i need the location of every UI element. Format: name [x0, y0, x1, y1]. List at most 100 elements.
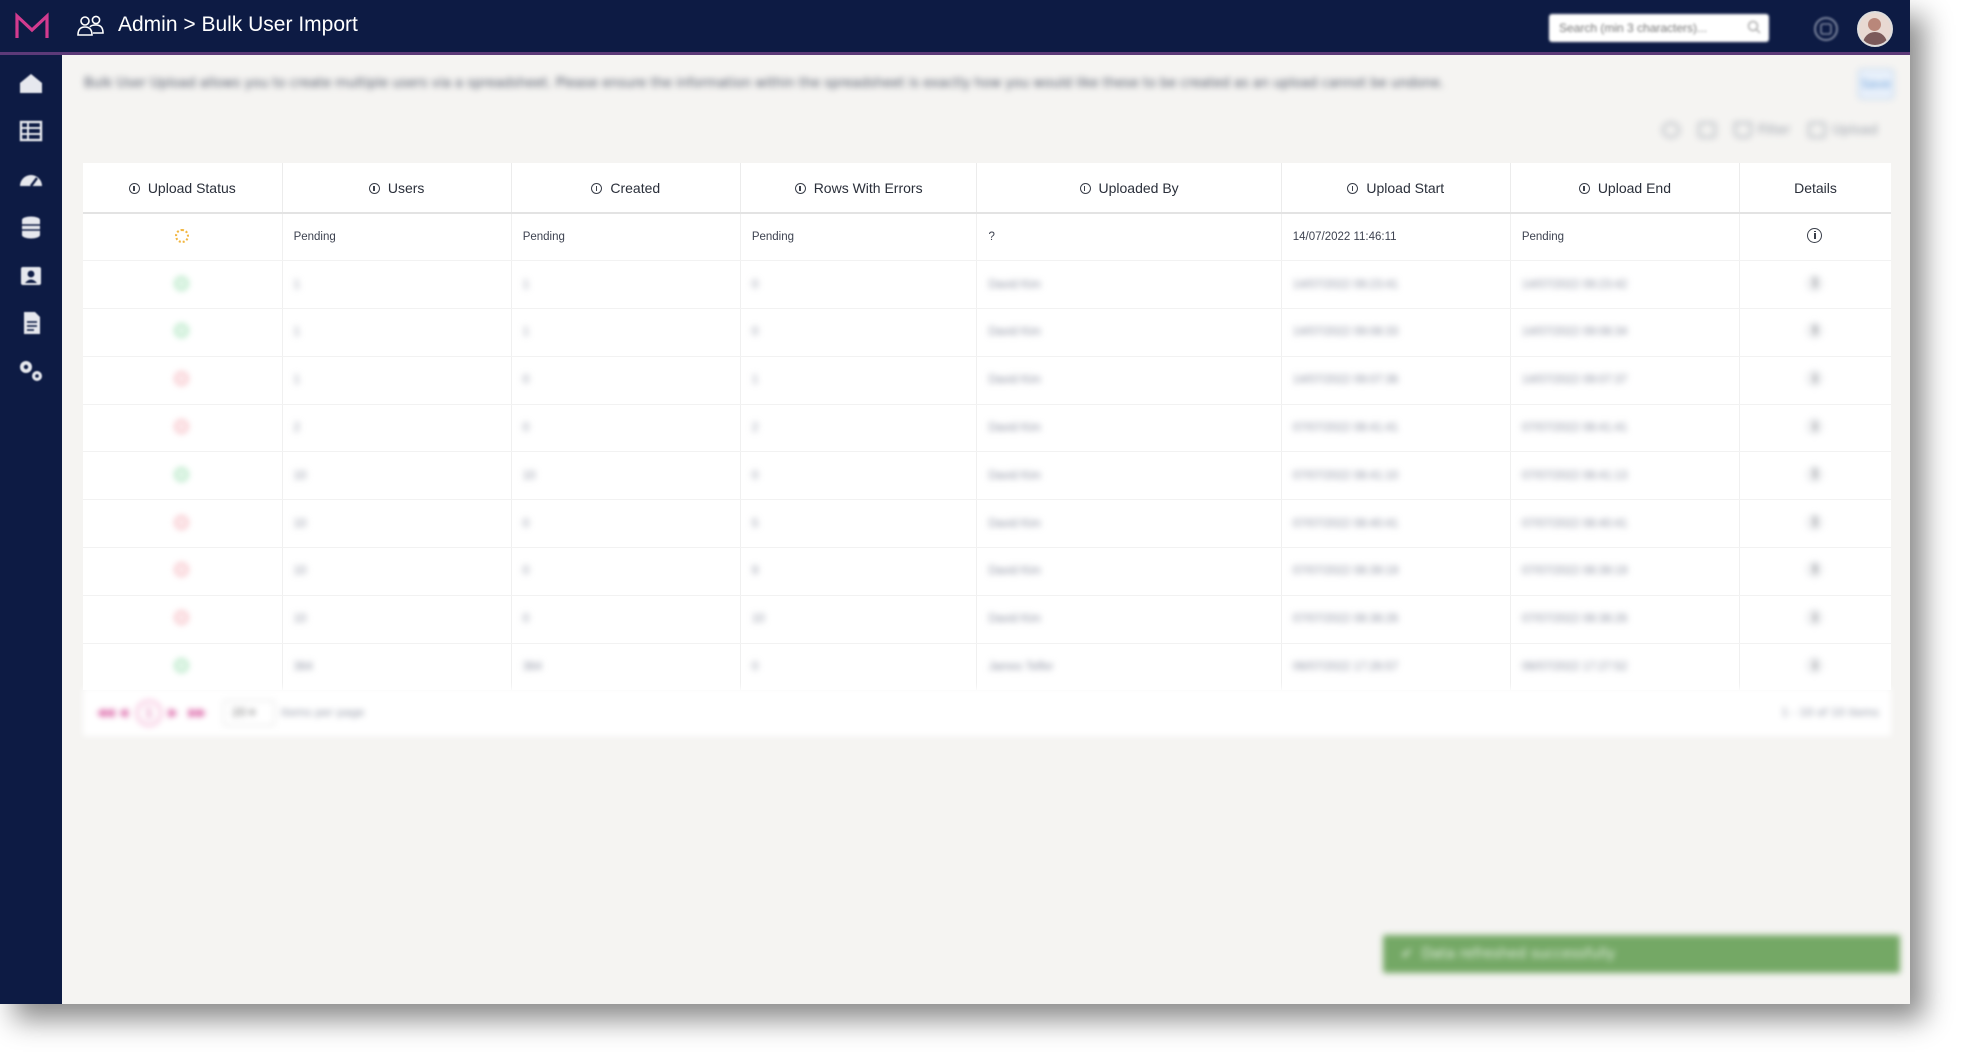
errors-cell: 5 — [740, 499, 978, 549]
created-cell: 0 — [511, 595, 741, 644]
details-info-icon[interactable] — [1807, 371, 1823, 387]
details-cell — [1739, 213, 1891, 262]
users-cell: 2 — [282, 404, 512, 453]
search-icon[interactable] — [1747, 20, 1761, 34]
table-row[interactable]: 1 0 1 David Kim 14/07/2022 09:07:36 14/0… — [83, 356, 1891, 405]
global-search[interactable] — [1549, 14, 1769, 42]
folder-user-icon[interactable] — [16, 261, 46, 289]
home-icon[interactable] — [16, 69, 46, 97]
details-info-icon[interactable] — [1807, 275, 1823, 291]
column-header-upload-start[interactable]: Upload Start — [1281, 163, 1511, 214]
upload-start-cell: 06/07/2022 17:26:57 — [1281, 643, 1511, 692]
last-page-icon[interactable]: ▶▶ — [189, 706, 206, 719]
users-cell: 1 — [282, 308, 512, 357]
upload-end-cell: 07/07/2022 08:40:41 — [1510, 499, 1740, 549]
uploaded-by-cell: David Kim — [976, 547, 1282, 596]
error-status-icon — [175, 611, 189, 625]
upload-start-cell: 07/07/2022 08:41:10 — [1281, 451, 1511, 501]
filter-button[interactable]: Filter — [1734, 122, 1790, 138]
users-cell: 1 — [282, 260, 512, 310]
page-number-button[interactable]: 1 — [136, 700, 162, 726]
toast-message: Data refreshed successfully — [1421, 946, 1616, 962]
users-cell: 10 — [282, 451, 512, 501]
search-input[interactable] — [1557, 14, 1741, 42]
upload-end-cell: 07/07/2022 08:41:13 — [1510, 451, 1740, 501]
column-header-upload-end[interactable]: Upload End — [1510, 163, 1740, 214]
next-page-icon[interactable]: ▶ — [169, 706, 177, 719]
table-row[interactable]: Pending Pending Pending ? 14/07/2022 11:… — [83, 213, 1891, 262]
upload-start-cell: 07/07/2022 08:41:41 — [1281, 404, 1511, 453]
details-info-icon[interactable] — [1807, 610, 1823, 626]
settings-gears-icon[interactable] — [16, 357, 46, 385]
column-header-upload-status[interactable]: Upload Status — [83, 163, 283, 214]
info-icon — [128, 182, 140, 194]
errors-cell: 0 — [740, 260, 978, 310]
brand-logo-icon[interactable] — [14, 12, 50, 42]
table-row[interactable]: 10 0 10 David Kim 07/07/2022 08:38:26 07… — [83, 595, 1891, 644]
details-info-icon[interactable] — [1807, 514, 1823, 530]
upload-start-cell: 07/07/2022 08:39:19 — [1281, 547, 1511, 596]
user-avatar[interactable] — [1857, 11, 1893, 47]
details-info-icon[interactable] — [1807, 466, 1823, 482]
refresh-button[interactable] — [1662, 122, 1680, 138]
table-row[interactable]: 10 0 5 David Kim 07/07/2022 08:40:41 07/… — [83, 499, 1891, 549]
help-icon[interactable] — [1813, 16, 1839, 42]
uploaded-by-cell: David Kim — [976, 260, 1282, 310]
pending-spinner-icon — [174, 228, 189, 243]
details-info-icon[interactable] — [1807, 419, 1823, 435]
info-icon — [591, 182, 603, 194]
info-icon — [368, 182, 380, 194]
column-header-uploaded-by[interactable]: Uploaded By — [976, 163, 1282, 214]
export-button[interactable] — [1698, 122, 1716, 138]
created-cell: 1 — [511, 308, 741, 357]
upload-button[interactable]: Upload — [1808, 122, 1878, 138]
table-row[interactable]: 2 0 2 David Kim 07/07/2022 08:41:41 07/0… — [83, 404, 1891, 453]
table-row[interactable]: 1 1 0 David Kim 14/07/2022 09:08:33 14/0… — [83, 308, 1891, 357]
details-info-icon[interactable] — [1807, 323, 1823, 339]
first-page-icon[interactable]: ◀◀ — [97, 706, 114, 719]
uploaded-by-cell: David Kim — [976, 595, 1282, 644]
dashboard-gauge-icon[interactable] — [16, 165, 46, 193]
document-icon[interactable] — [16, 309, 46, 337]
table-row[interactable]: 1 1 0 David Kim 14/07/2022 09:23:41 14/0… — [83, 260, 1891, 310]
pagination: ◀◀ ◀ 1 ▶ ▶▶ 20 ▾ items per page 1 - 10 o… — [83, 688, 1891, 736]
column-header-created[interactable]: Created — [511, 163, 741, 214]
users-cell: 10 — [282, 595, 512, 644]
error-status-icon — [175, 515, 189, 529]
grid-icon[interactable] — [16, 117, 46, 145]
table-toolbar: Filter Upload — [1662, 117, 1878, 143]
save-button[interactable]: Save — [1858, 69, 1894, 99]
success-toast[interactable]: ✔ Data refreshed successfully — [1383, 935, 1900, 973]
top-bar: Admin > Bulk User Import — [0, 0, 1910, 55]
info-icon — [1079, 182, 1091, 194]
page-size-select[interactable]: 20 ▾ — [223, 700, 275, 726]
table-header-row: Upload Status Users Created Rows With Er… — [83, 163, 1891, 214]
column-header-rows-with-errors[interactable]: Rows With Errors — [740, 163, 978, 214]
created-cell: 1 — [511, 260, 741, 310]
database-icon[interactable] — [16, 213, 46, 241]
details-info-icon[interactable] — [1807, 228, 1823, 244]
items-count: 1 - 10 of 10 items — [1781, 706, 1879, 719]
table-row[interactable]: 10 0 9 David Kim 07/07/2022 08:39:19 07/… — [83, 547, 1891, 596]
table-row[interactable]: 10 10 0 David Kim 07/07/2022 08:41:10 07… — [83, 451, 1891, 501]
error-status-icon — [175, 372, 189, 386]
uploaded-by-cell: David Kim — [976, 451, 1282, 501]
table-row[interactable]: 364 364 0 James Telfer 06/07/2022 17:26:… — [83, 643, 1891, 692]
info-icon — [1347, 182, 1359, 194]
details-info-icon[interactable] — [1807, 658, 1823, 674]
upload-label: Upload — [1832, 122, 1878, 138]
upload-end-cell: 14/07/2022 09:08:34 — [1510, 308, 1740, 357]
created-cell: 0 — [511, 356, 741, 405]
filter-label: Filter — [1758, 122, 1791, 138]
column-header-users[interactable]: Users — [282, 163, 512, 214]
users-cell: Pending — [282, 213, 512, 262]
details-info-icon[interactable] — [1807, 562, 1823, 578]
upload-end-cell: 14/07/2022 09:23:42 — [1510, 260, 1740, 310]
filter-icon — [1734, 122, 1752, 138]
previous-page-icon[interactable]: ◀ — [119, 706, 127, 719]
upload-end-cell: Pending — [1510, 213, 1740, 262]
errors-cell: Pending — [740, 213, 978, 262]
created-cell: 0 — [511, 404, 741, 453]
created-cell: 364 — [511, 643, 741, 692]
errors-cell: 10 — [740, 595, 978, 644]
